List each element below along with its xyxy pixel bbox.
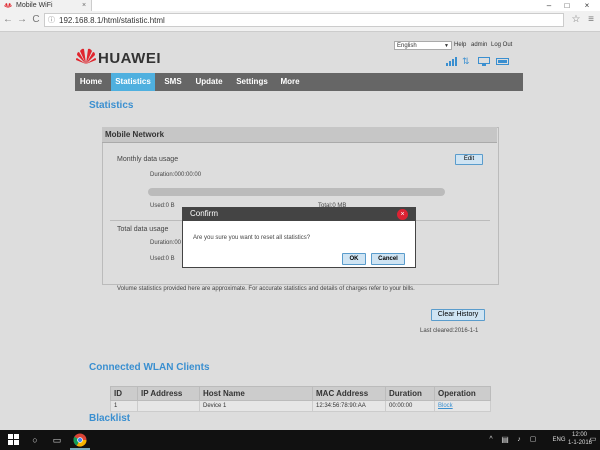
statistics-title: Statistics (89, 100, 134, 111)
dialog-close-icon[interactable]: × (397, 209, 408, 220)
reload-icon[interactable]: C (30, 13, 42, 27)
data-transfer-icon: ⇅ (462, 56, 470, 66)
edit-button[interactable]: Edit (455, 154, 483, 165)
cell-ip (137, 400, 200, 412)
signal-strength-icon (446, 57, 457, 66)
block-link[interactable]: Block (438, 403, 453, 409)
chevron-down-icon: ▼ (444, 43, 449, 49)
back-arrow-icon[interactable]: ← (2, 13, 14, 27)
clear-history-button[interactable]: Clear History (431, 309, 485, 321)
total-duration: Duration:00 (150, 240, 182, 246)
dialog-header: Confirm (182, 207, 416, 221)
panel-header: Mobile Network (102, 127, 497, 143)
huawei-favicon-icon (4, 3, 12, 8)
total-usage-label: Total data usage (117, 226, 169, 233)
statistics-note: Volume statistics provided here are appr… (117, 286, 415, 292)
huawei-logo-icon (76, 48, 96, 64)
table-header-row: ID IP Address Host Name MAC Address Dura… (110, 386, 491, 401)
nav-home[interactable]: Home (75, 73, 107, 91)
brand-name: HUAWEI (98, 50, 161, 67)
search-icon[interactable]: ○ (28, 430, 42, 450)
computer-connected-icon (478, 57, 490, 66)
col-mac: MAC Address (312, 386, 386, 401)
col-ip: IP Address (137, 386, 200, 401)
monthly-usage-label: Monthly data usage (117, 156, 179, 163)
monthly-duration: Duration:000:00:00 (150, 172, 202, 178)
col-duration: Duration (385, 386, 435, 401)
address-bar[interactable]: 192.168.8.1/html/statistic.html (44, 13, 564, 27)
cell-operation: Block (434, 400, 491, 412)
cancel-button[interactable]: Cancel (371, 253, 405, 265)
nav-statistics[interactable]: Statistics (111, 73, 155, 91)
cell-duration: 00:00:00 (385, 400, 435, 412)
nav-sms[interactable]: SMS (159, 73, 187, 91)
battery-icon (496, 58, 509, 65)
chrome-icon[interactable] (73, 433, 87, 447)
windows-start-icon[interactable] (8, 434, 19, 445)
cell-host: Device 1 (199, 400, 313, 412)
nav-update[interactable]: Update (191, 73, 227, 91)
last-cleared: Last cleared:2016-1-1 (420, 328, 479, 334)
language-indicator[interactable]: ENG (548, 430, 570, 450)
tab-close-icon[interactable]: × (82, 0, 86, 11)
browser-tab[interactable]: Mobile WiFi (0, 0, 92, 11)
action-center-icon[interactable]: ▭ (588, 430, 598, 450)
language-select[interactable]: English ▼ (394, 41, 452, 50)
volume-icon[interactable]: ♪ (514, 430, 524, 450)
panel-title: Mobile Network (105, 130, 165, 139)
browser-menu-icon[interactable]: ≡ (585, 13, 597, 27)
dialog-title: Confirm (190, 209, 219, 218)
nav-more[interactable]: More (277, 73, 303, 91)
maximize-icon[interactable]: □ (560, 0, 574, 11)
bookmark-star-icon[interactable]: ☆ (570, 13, 582, 27)
table-row: 1 Device 1 12:34:56:78:90:AA 00:00:00 Bl… (110, 400, 491, 412)
admin-link[interactable]: admin (471, 41, 487, 50)
network-icon[interactable]: ▤ (500, 430, 510, 450)
ok-button[interactable]: OK (342, 253, 366, 265)
notification-icon[interactable]: ▢ (528, 430, 538, 450)
cell-id: 1 (110, 400, 138, 412)
forward-arrow-icon[interactable]: → (16, 13, 28, 27)
col-operation: Operation (434, 386, 491, 401)
col-host: Host Name (199, 386, 313, 401)
dialog-message: Are you sure you want to reset all stati… (193, 235, 311, 241)
monthly-used: Used:0 B (150, 203, 175, 209)
help-link[interactable]: Help (454, 41, 466, 50)
window-close-icon[interactable]: × (580, 0, 594, 11)
url-text: 192.168.8.1/html/statistic.html (59, 16, 165, 25)
cell-mac: 12:34:56:78:90:AA (312, 400, 386, 412)
page-info-icon[interactable]: ⓘ (48, 15, 55, 24)
tab-title: Mobile WiFi (16, 2, 53, 9)
logout-link[interactable]: Log Out (491, 41, 512, 50)
language-value: English (397, 43, 417, 49)
wlan-clients-table: ID IP Address Host Name MAC Address Dura… (110, 386, 491, 412)
col-id: ID (110, 386, 138, 401)
total-used: Used:0 B (150, 256, 175, 262)
nav-settings[interactable]: Settings (231, 73, 273, 91)
minimize-icon[interactable]: – (542, 0, 556, 11)
clock-time: 12:00 (572, 432, 588, 438)
taskbar (0, 430, 600, 450)
tray-up-icon[interactable]: ^ (486, 430, 496, 450)
task-view-icon[interactable]: ▭ (50, 430, 64, 450)
monthly-usage-progress (148, 188, 445, 196)
blacklist-title: Blacklist (89, 413, 131, 424)
wlan-clients-title: Connected WLAN Clients (89, 362, 210, 373)
